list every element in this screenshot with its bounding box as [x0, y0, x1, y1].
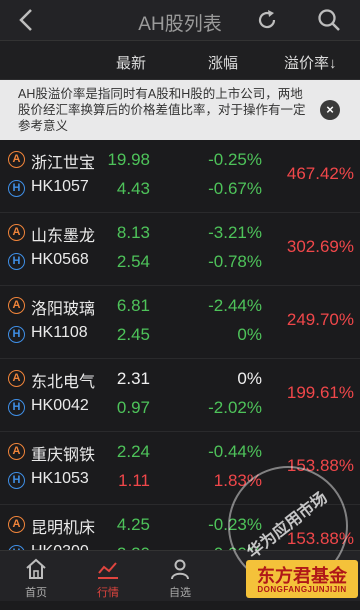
close-icon[interactable]: × [320, 100, 340, 120]
h-price: 1.11 [118, 471, 150, 490]
page-title: AH股列表 [138, 14, 222, 35]
premium-rate: 302.69% [286, 237, 354, 256]
column-change[interactable]: 涨幅 [208, 52, 238, 73]
h-share-badge-icon: H [8, 399, 25, 416]
stock-row[interactable]: A 洛阳玻璃 6.81 -2.44% H HK1108 2.45 0% 249.… [0, 286, 360, 359]
tab-watchlist[interactable]: 自选 [152, 551, 208, 601]
h-share-badge-icon: H [8, 180, 25, 197]
a-share-badge-icon: A [8, 443, 25, 460]
column-premium-sort[interactable]: 溢价率↓ [284, 52, 337, 73]
user-icon [171, 559, 189, 580]
a-price: 2.31 [116, 369, 150, 388]
premium-rate: 467.42% [286, 164, 354, 183]
tab-watchlist-label: 自选 [169, 587, 191, 599]
search-icon[interactable] [316, 7, 342, 33]
stock-row[interactable]: A 东北电气 2.31 0% H HK0042 0.97 -2.02% 199.… [0, 359, 360, 432]
a-share-badge-icon: A [8, 516, 25, 533]
h-share-badge-icon: H [8, 253, 25, 270]
column-price[interactable]: 最新 [116, 52, 146, 73]
stock-row[interactable]: A 山东墨龙 8.13 -3.21% H HK0568 2.54 -0.78% … [0, 213, 360, 286]
premium-rate: 199.61% [286, 383, 354, 402]
premium-rate: 249.70% [286, 310, 354, 329]
column-header: 最新 涨幅 溢价率↓ [0, 41, 360, 80]
brand-logo: 东方君基金 DONGFANGJUNJIJIN [246, 560, 358, 598]
notice-text: AH股溢价率是指同时有A股和H股的上市公司，两地股价经汇率换算后的价格差值比率，… [18, 87, 306, 133]
chart-icon [98, 562, 118, 579]
a-price: 6.81 [116, 296, 150, 315]
h-price: 2.54 [116, 252, 150, 271]
tab-home[interactable]: 首页 [8, 551, 64, 601]
refresh-icon[interactable] [255, 8, 279, 32]
tab-home-label: 首页 [25, 587, 47, 599]
a-share-badge-icon: A [8, 224, 25, 241]
a-price: 19.98 [107, 150, 150, 169]
h-price: 0.97 [116, 398, 150, 417]
tab-market-label: 行情 [97, 587, 119, 599]
a-price: 2.24 [116, 442, 150, 461]
h-share-badge-icon: H [8, 472, 25, 489]
h-share-badge-icon: H [8, 326, 25, 343]
brand-pinyin: DONGFANGJUNJIJIN [257, 585, 347, 594]
a-share-badge-icon: A [8, 370, 25, 387]
stock-row[interactable]: A 浙江世宝 19.98 -0.25% H HK1057 4.43 -0.67%… [0, 140, 360, 213]
info-notice: AH股溢价率是指同时有A股和H股的上市公司，两地股价经汇率换算后的价格差值比率，… [0, 80, 360, 140]
app-header: AH股列表 [0, 0, 360, 41]
home-icon [26, 558, 46, 579]
tab-market[interactable]: 行情 [80, 551, 136, 601]
a-price: 4.25 [116, 515, 150, 534]
a-share-badge-icon: A [8, 151, 25, 168]
a-price: 8.13 [116, 223, 150, 242]
h-price: 4.43 [116, 179, 150, 198]
a-share-badge-icon: A [8, 297, 25, 314]
h-price: 2.45 [116, 325, 150, 344]
